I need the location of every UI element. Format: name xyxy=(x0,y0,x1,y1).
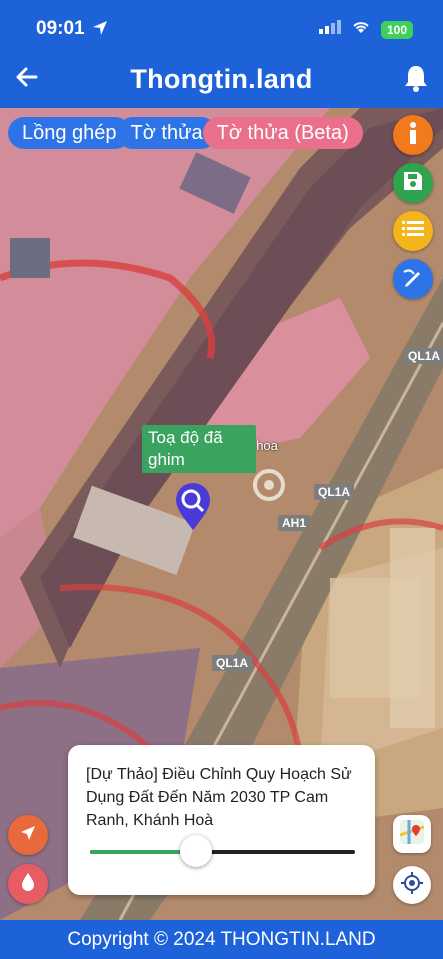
battery-badge: 100 xyxy=(380,20,413,39)
road-label: QL1A xyxy=(314,484,355,500)
app-header: Thongtin.land xyxy=(0,58,443,108)
footer-copyright: Copyright © 2024 THONGTIN.LAND xyxy=(0,920,443,959)
planning-title: [Dự Thảo] Điều Chỉnh Quy Hoạch Sử Dụng Đ… xyxy=(86,766,352,829)
location-arrow-icon xyxy=(92,20,108,41)
water-drop-icon xyxy=(20,872,36,897)
navigate-icon xyxy=(19,824,37,847)
road-label: QL1A xyxy=(404,348,443,364)
wifi-icon xyxy=(351,20,371,39)
opacity-slider-thumb[interactable] xyxy=(180,835,212,867)
tab-to-thua-beta[interactable]: Tờ thửa (Beta) xyxy=(202,117,363,149)
map-layers-icon xyxy=(399,819,425,850)
bell-icon[interactable] xyxy=(403,64,429,97)
signal-icon xyxy=(318,20,341,39)
info-icon xyxy=(409,121,417,149)
draw-icon xyxy=(402,266,424,293)
locate-icon xyxy=(400,871,424,900)
app-title: Thongtin.land xyxy=(130,64,313,94)
map-layers-button[interactable] xyxy=(393,815,431,853)
save-button[interactable] xyxy=(393,163,433,203)
save-icon xyxy=(402,170,424,197)
layer-tabs: Lồng ghép Tờ thửa Tờ thửa (Beta) xyxy=(8,117,363,149)
planning-info-panel: [Dự Thảo] Điều Chỉnh Quy Hoạch Sử Dụng Đ… xyxy=(68,745,375,895)
info-button[interactable] xyxy=(393,115,433,155)
locate-button[interactable] xyxy=(393,866,431,904)
status-time: 09:01 xyxy=(36,18,85,39)
draw-button[interactable] xyxy=(393,259,433,299)
pin-icon[interactable] xyxy=(174,483,212,536)
planning-layer-button[interactable] xyxy=(8,864,48,904)
status-icons: 100 xyxy=(318,20,413,39)
road-label: QL1A xyxy=(212,655,253,671)
list-button[interactable] xyxy=(393,211,433,251)
status-bar: 09:01 100 xyxy=(0,0,443,58)
navigate-button[interactable] xyxy=(8,815,48,855)
pinned-coordinate-label: Toạ độ đã ghim xyxy=(142,425,256,473)
tab-to-thua[interactable]: Tờ thửa xyxy=(116,117,217,149)
opacity-slider[interactable] xyxy=(90,835,355,867)
road-label: AH1 xyxy=(278,515,311,531)
list-icon xyxy=(402,220,424,243)
tab-long-ghep[interactable]: Lồng ghép xyxy=(8,117,131,149)
